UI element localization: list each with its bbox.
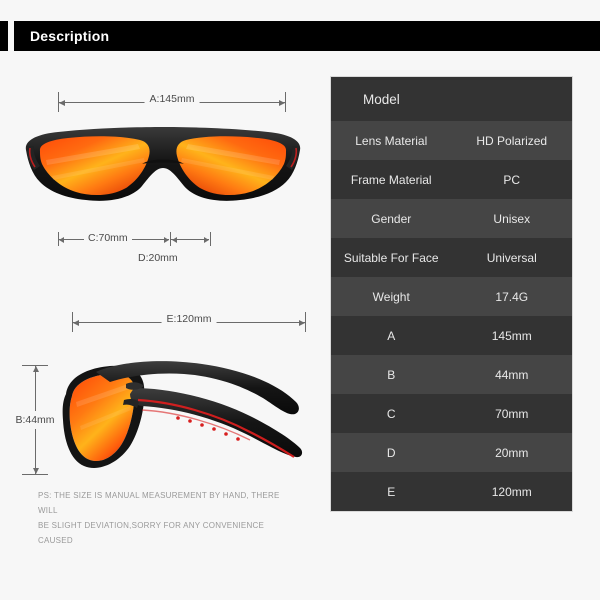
table-row: C 70mm — [331, 394, 572, 433]
measurement-disclaimer: PS: THE SIZE IS MANUAL MEASUREMENT BY HA… — [38, 488, 300, 548]
page-header: Description — [0, 21, 600, 51]
table-row: B 44mm — [331, 355, 572, 394]
diagram-panel: A:145mm C:70mm D:20mm E:120mm B:44mm PS:… — [0, 60, 320, 545]
dimension-d-label: D:20mm — [138, 252, 178, 264]
table-row: Suitable For Face Universal — [331, 238, 572, 277]
dimension-a-arrow-right — [279, 99, 285, 106]
table-row: D 20mm — [331, 433, 572, 472]
dimension-c-label: C:70mm — [84, 232, 132, 244]
spec-key: C — [386, 406, 396, 421]
spec-value: 70mm — [495, 406, 529, 421]
header-accent-tab — [0, 21, 8, 51]
table-row: E 120mm — [331, 472, 572, 511]
spec-key: B — [387, 367, 396, 382]
table-row-model: Model — [331, 77, 572, 121]
dimension-e-line: E:120mm — [72, 312, 306, 332]
disclaimer-line-2: BE SLIGHT DEVIATION,SORRY FOR ANY CONVEN… — [38, 521, 265, 545]
dimension-c-arrow-right — [164, 236, 169, 243]
spec-key: Frame Material — [350, 172, 432, 187]
table-title-model: Model — [363, 91, 400, 107]
spec-key: Weight — [372, 289, 410, 304]
header-bar: Description — [14, 21, 600, 51]
dimension-e-tick-right — [305, 312, 306, 332]
table-row: Lens Material HD Polarized — [331, 121, 572, 160]
dimension-e-arrow-right — [299, 319, 305, 326]
dimension-a-label: A:145mm — [144, 93, 200, 105]
specification-table: Model Lens Material HD Polarized Frame M… — [330, 76, 573, 512]
spec-value: 44mm — [495, 367, 529, 382]
spec-key: Lens Material — [355, 133, 428, 148]
sunglasses-side-view — [62, 361, 303, 468]
disclaimer-line-1: PS: THE SIZE IS MANUAL MEASUREMENT BY HA… — [38, 491, 280, 515]
table-row: Weight 17.4G — [331, 277, 572, 316]
table-row: A 145mm — [331, 316, 572, 355]
dimension-cd-group: C:70mm — [58, 232, 218, 248]
page-title: Description — [30, 28, 110, 44]
spec-key: D — [386, 445, 396, 460]
dimension-d-arrow-right — [204, 236, 209, 243]
spec-key: Suitable For Face — [343, 250, 439, 265]
spec-key: A — [387, 328, 396, 343]
spec-key: E — [387, 484, 396, 499]
spec-value: PC — [503, 172, 521, 187]
spec-key: Gender — [371, 211, 412, 226]
dimension-d-tick-right — [210, 232, 211, 246]
dimension-e-arrow-left — [73, 319, 79, 326]
spec-value: 17.4G — [495, 289, 529, 304]
dimension-c-arrow-left — [59, 236, 64, 243]
dimension-a-tick-right — [285, 92, 286, 112]
spec-value: Universal — [486, 250, 537, 265]
dimension-a-line: A:145mm — [58, 92, 286, 112]
spec-value: 120mm — [491, 484, 532, 499]
dimension-e-label: E:120mm — [161, 313, 217, 325]
spec-value: 145mm — [491, 328, 532, 343]
spec-value: HD Polarized — [476, 133, 548, 148]
spec-value: Unisex — [493, 211, 531, 226]
table-row: Frame Material PC — [331, 160, 572, 199]
dimension-a-arrow-left — [59, 99, 65, 106]
sunglasses-front-view — [25, 127, 301, 201]
table-row: Gender Unisex — [331, 199, 572, 238]
spec-value: 20mm — [495, 445, 529, 460]
dimension-d-arrow-left — [172, 236, 177, 243]
